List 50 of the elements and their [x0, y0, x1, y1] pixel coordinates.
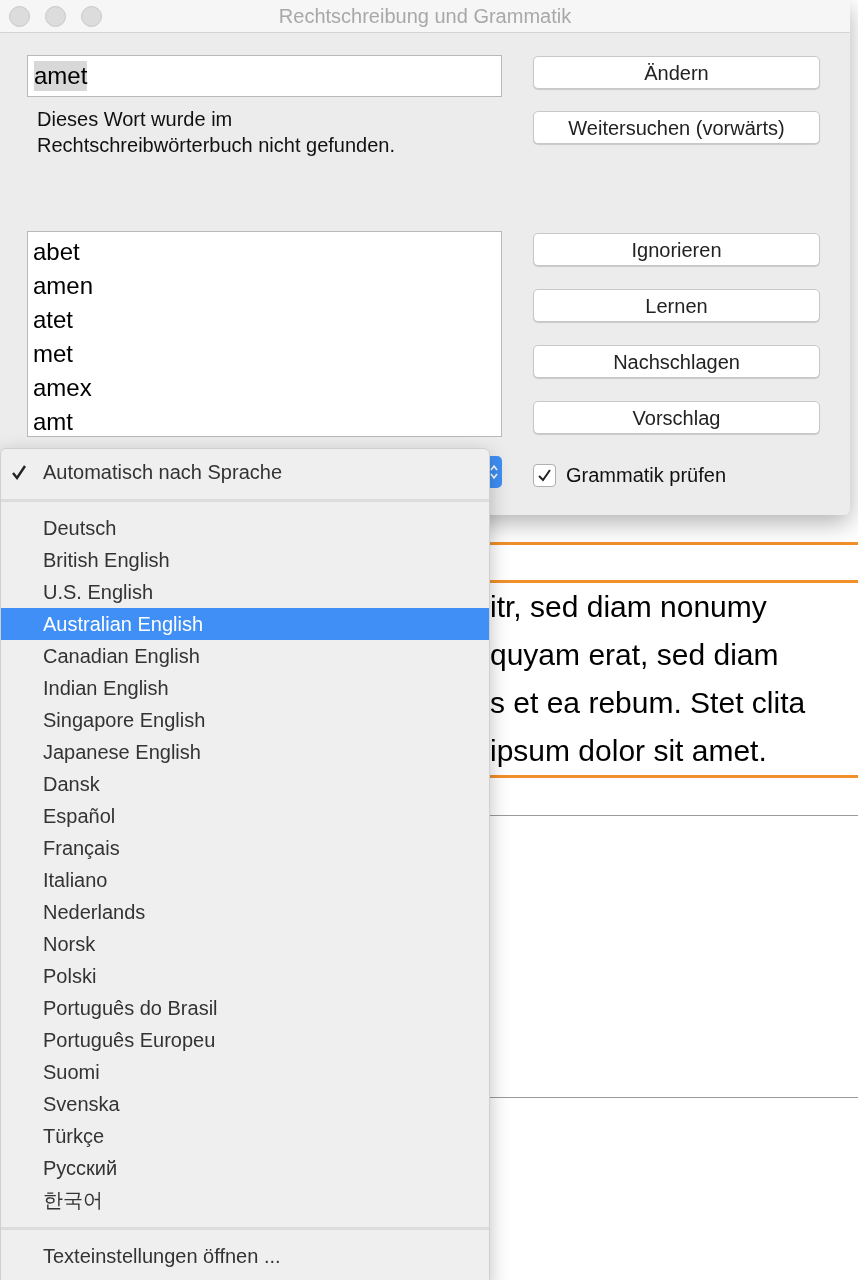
menu-item[interactable]: Deutsch	[1, 512, 489, 544]
document-text-line: ipsum dolor sit amet.	[490, 733, 768, 769]
suggestion-item[interactable]: atet	[28, 303, 501, 337]
zoom-button[interactable]	[81, 6, 102, 27]
suggestion-item[interactable]: met	[28, 337, 501, 371]
menu-item[interactable]: U.S. English	[1, 576, 489, 608]
suggestion-item[interactable]: abet	[28, 235, 501, 269]
menu-item[interactable]: Italiano	[1, 864, 489, 896]
menu-item[interactable]: 한국어	[1, 1184, 489, 1216]
checkmark-icon	[537, 467, 552, 483]
grammar-checkbox[interactable]: Grammatik prüfen	[533, 460, 820, 490]
menu-item[interactable]: Dansk	[1, 768, 489, 800]
suggestion-item[interactable]: amt	[28, 405, 501, 436]
checkmark-icon	[12, 465, 26, 480]
menu-item[interactable]: Português Europeu	[1, 1024, 489, 1056]
minimize-button[interactable]	[45, 6, 66, 27]
menu-item[interactable]: Türkçe	[1, 1120, 489, 1152]
window-title: Rechtschreibung und Grammatik	[278, 4, 572, 29]
word-field[interactable]: amet	[27, 55, 502, 97]
menu-item[interactable]: Indian English	[1, 672, 489, 704]
push-button[interactable]: Ignorieren	[533, 233, 820, 266]
document-text-line: s et ea rebum. Stet clita	[490, 685, 807, 721]
push-button[interactable]: Ändern	[533, 56, 820, 89]
menu-item[interactable]: Nederlands	[1, 896, 489, 928]
menu-item[interactable]: Français	[1, 832, 489, 864]
menu-item[interactable]: Canadian English	[1, 640, 489, 672]
menu-item[interactable]: Svenska	[1, 1088, 489, 1120]
suggestion-item[interactable]: amex	[28, 371, 501, 405]
menu-item[interactable]: Português do Brasil	[1, 992, 489, 1024]
push-button[interactable]: Nachschlagen	[533, 345, 820, 378]
suggestion-item[interactable]: amen	[28, 269, 501, 303]
push-button[interactable]: Weitersuchen (vorwärts)	[533, 111, 820, 144]
menu-item[interactable]: Norsk	[1, 928, 489, 960]
menu-item[interactable]: Automatisch nach Sprache	[1, 456, 489, 488]
menu-item[interactable]: British English	[1, 544, 489, 576]
menu-item[interactable]: Japanese English	[1, 736, 489, 768]
push-button[interactable]: Vorschlag	[533, 401, 820, 434]
menu-item[interactable]: Suomi	[1, 1056, 489, 1088]
menu-item[interactable]: Polski	[1, 960, 489, 992]
document-text-line: quyam erat, sed diam	[490, 637, 780, 673]
menu-item[interactable]: Русский	[1, 1152, 489, 1184]
close-button[interactable]	[9, 6, 30, 27]
menu-item[interactable]: Texteinstellungen öffnen ...	[1, 1240, 489, 1272]
menu-item[interactable]: Singapore English	[1, 704, 489, 736]
document-text-line: itr, sed diam nonumy	[490, 589, 768, 625]
suggestion-list[interactable]: abet amen atet met amex amt	[27, 231, 502, 437]
menu-item[interactable]: Español	[1, 800, 489, 832]
status-message: Dieses Wort wurde im Rechtschreibwörterbuch nicht gefunden.	[37, 107, 396, 158]
checkbox[interactable]	[533, 463, 556, 487]
push-button[interactable]: Lernen	[533, 289, 820, 322]
